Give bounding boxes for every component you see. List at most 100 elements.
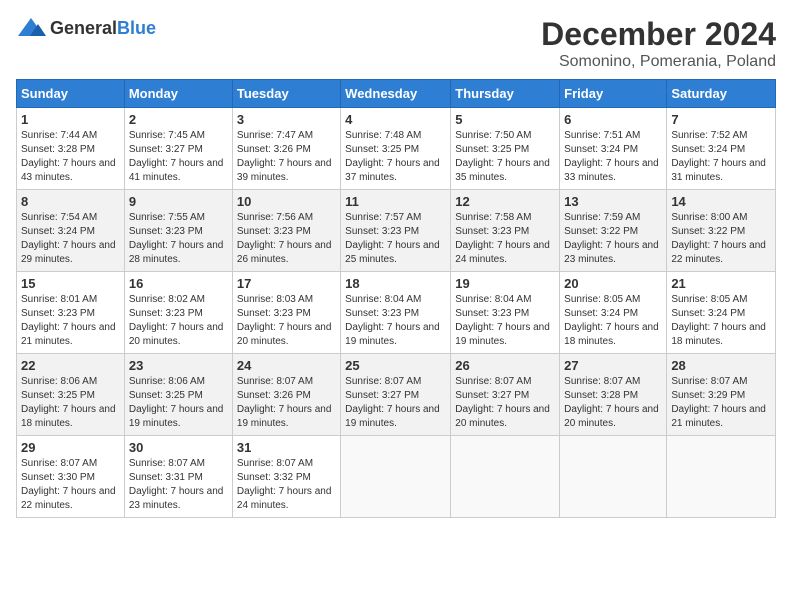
logo-text: GeneralBlue [50,18,156,39]
day-number: 1 [21,112,120,127]
day-info: Sunrise: 8:02 AM Sunset: 3:23 PM Dayligh… [129,293,228,349]
calendar-cell: 6 Sunrise: 7:51 AM Sunset: 3:24 PM Dayli… [560,108,667,190]
day-info: Sunrise: 7:59 AM Sunset: 3:22 PM Dayligh… [564,211,662,267]
day-number: 22 [21,358,120,373]
day-number: 18 [345,276,446,291]
day-number: 28 [671,358,771,373]
calendar-cell: 19 Sunrise: 8:04 AM Sunset: 3:23 PM Dayl… [451,272,560,354]
day-info: Sunrise: 8:05 AM Sunset: 3:24 PM Dayligh… [671,293,771,349]
day-info: Sunrise: 8:07 AM Sunset: 3:28 PM Dayligh… [564,375,662,431]
day-number: 25 [345,358,446,373]
day-number: 7 [671,112,771,127]
day-number: 13 [564,194,662,209]
day-info: Sunrise: 8:06 AM Sunset: 3:25 PM Dayligh… [21,375,120,431]
day-info: Sunrise: 8:07 AM Sunset: 3:32 PM Dayligh… [237,457,336,513]
calendar-cell: 24 Sunrise: 8:07 AM Sunset: 3:26 PM Dayl… [232,354,340,436]
week-row-3: 15 Sunrise: 8:01 AM Sunset: 3:23 PM Dayl… [17,272,776,354]
header-row: SundayMondayTuesdayWednesdayThursdayFrid… [17,80,776,108]
logo-blue: Blue [117,18,156,38]
calendar-cell [560,436,667,518]
day-number: 6 [564,112,662,127]
day-info: Sunrise: 8:07 AM Sunset: 3:27 PM Dayligh… [345,375,446,431]
week-row-4: 22 Sunrise: 8:06 AM Sunset: 3:25 PM Dayl… [17,354,776,436]
subtitle: Somonino, Pomerania, Poland [541,53,776,71]
column-header-friday: Friday [560,80,667,108]
calendar-cell: 29 Sunrise: 8:07 AM Sunset: 3:30 PM Dayl… [17,436,125,518]
calendar-cell: 25 Sunrise: 8:07 AM Sunset: 3:27 PM Dayl… [341,354,451,436]
column-header-tuesday: Tuesday [232,80,340,108]
day-number: 14 [671,194,771,209]
calendar-cell: 2 Sunrise: 7:45 AM Sunset: 3:27 PM Dayli… [124,108,232,190]
header: GeneralBlue December 2024 Somonino, Pome… [16,16,776,71]
calendar-cell: 21 Sunrise: 8:05 AM Sunset: 3:24 PM Dayl… [667,272,776,354]
calendar-cell: 3 Sunrise: 7:47 AM Sunset: 3:26 PM Dayli… [232,108,340,190]
calendar-cell: 18 Sunrise: 8:04 AM Sunset: 3:23 PM Dayl… [341,272,451,354]
calendar-body: 1 Sunrise: 7:44 AM Sunset: 3:28 PM Dayli… [17,108,776,518]
day-info: Sunrise: 7:52 AM Sunset: 3:24 PM Dayligh… [671,129,771,185]
calendar-cell: 4 Sunrise: 7:48 AM Sunset: 3:25 PM Dayli… [341,108,451,190]
calendar-cell: 28 Sunrise: 8:07 AM Sunset: 3:29 PM Dayl… [667,354,776,436]
calendar-header: SundayMondayTuesdayWednesdayThursdayFrid… [17,80,776,108]
day-number: 30 [129,440,228,455]
day-number: 15 [21,276,120,291]
day-number: 9 [129,194,228,209]
main-title: December 2024 [541,16,776,53]
calendar-cell [341,436,451,518]
day-info: Sunrise: 8:01 AM Sunset: 3:23 PM Dayligh… [21,293,120,349]
calendar-cell: 26 Sunrise: 8:07 AM Sunset: 3:27 PM Dayl… [451,354,560,436]
day-number: 31 [237,440,336,455]
day-number: 10 [237,194,336,209]
day-info: Sunrise: 7:44 AM Sunset: 3:28 PM Dayligh… [21,129,120,185]
day-info: Sunrise: 8:07 AM Sunset: 3:29 PM Dayligh… [671,375,771,431]
day-number: 27 [564,358,662,373]
calendar-cell: 15 Sunrise: 8:01 AM Sunset: 3:23 PM Dayl… [17,272,125,354]
day-info: Sunrise: 8:03 AM Sunset: 3:23 PM Dayligh… [237,293,336,349]
calendar-cell: 5 Sunrise: 7:50 AM Sunset: 3:25 PM Dayli… [451,108,560,190]
column-header-saturday: Saturday [667,80,776,108]
day-info: Sunrise: 8:04 AM Sunset: 3:23 PM Dayligh… [345,293,446,349]
day-number: 5 [455,112,555,127]
day-info: Sunrise: 8:07 AM Sunset: 3:26 PM Dayligh… [237,375,336,431]
day-number: 20 [564,276,662,291]
day-info: Sunrise: 8:00 AM Sunset: 3:22 PM Dayligh… [671,211,771,267]
day-info: Sunrise: 7:45 AM Sunset: 3:27 PM Dayligh… [129,129,228,185]
day-number: 23 [129,358,228,373]
day-number: 12 [455,194,555,209]
day-number: 8 [21,194,120,209]
day-info: Sunrise: 7:47 AM Sunset: 3:26 PM Dayligh… [237,129,336,185]
week-row-1: 1 Sunrise: 7:44 AM Sunset: 3:28 PM Dayli… [17,108,776,190]
day-info: Sunrise: 7:58 AM Sunset: 3:23 PM Dayligh… [455,211,555,267]
day-number: 24 [237,358,336,373]
column-header-monday: Monday [124,80,232,108]
calendar-cell: 14 Sunrise: 8:00 AM Sunset: 3:22 PM Dayl… [667,190,776,272]
calendar-table: SundayMondayTuesdayWednesdayThursdayFrid… [16,79,776,518]
day-number: 4 [345,112,446,127]
calendar-cell: 22 Sunrise: 8:06 AM Sunset: 3:25 PM Dayl… [17,354,125,436]
calendar-cell: 11 Sunrise: 7:57 AM Sunset: 3:23 PM Dayl… [341,190,451,272]
day-info: Sunrise: 8:07 AM Sunset: 3:31 PM Dayligh… [129,457,228,513]
calendar-cell: 9 Sunrise: 7:55 AM Sunset: 3:23 PM Dayli… [124,190,232,272]
day-info: Sunrise: 8:06 AM Sunset: 3:25 PM Dayligh… [129,375,228,431]
calendar-cell: 10 Sunrise: 7:56 AM Sunset: 3:23 PM Dayl… [232,190,340,272]
day-number: 16 [129,276,228,291]
day-info: Sunrise: 8:05 AM Sunset: 3:24 PM Dayligh… [564,293,662,349]
day-info: Sunrise: 7:51 AM Sunset: 3:24 PM Dayligh… [564,129,662,185]
day-number: 17 [237,276,336,291]
column-header-thursday: Thursday [451,80,560,108]
calendar-cell: 27 Sunrise: 8:07 AM Sunset: 3:28 PM Dayl… [560,354,667,436]
day-info: Sunrise: 7:54 AM Sunset: 3:24 PM Dayligh… [21,211,120,267]
day-number: 3 [237,112,336,127]
day-number: 21 [671,276,771,291]
calendar-cell: 16 Sunrise: 8:02 AM Sunset: 3:23 PM Dayl… [124,272,232,354]
day-number: 11 [345,194,446,209]
column-header-sunday: Sunday [17,80,125,108]
day-info: Sunrise: 8:07 AM Sunset: 3:27 PM Dayligh… [455,375,555,431]
day-info: Sunrise: 8:07 AM Sunset: 3:30 PM Dayligh… [21,457,120,513]
calendar-cell: 8 Sunrise: 7:54 AM Sunset: 3:24 PM Dayli… [17,190,125,272]
day-info: Sunrise: 7:57 AM Sunset: 3:23 PM Dayligh… [345,211,446,267]
calendar-cell: 23 Sunrise: 8:06 AM Sunset: 3:25 PM Dayl… [124,354,232,436]
calendar-cell: 30 Sunrise: 8:07 AM Sunset: 3:31 PM Dayl… [124,436,232,518]
calendar-cell: 31 Sunrise: 8:07 AM Sunset: 3:32 PM Dayl… [232,436,340,518]
column-header-wednesday: Wednesday [341,80,451,108]
day-info: Sunrise: 7:48 AM Sunset: 3:25 PM Dayligh… [345,129,446,185]
